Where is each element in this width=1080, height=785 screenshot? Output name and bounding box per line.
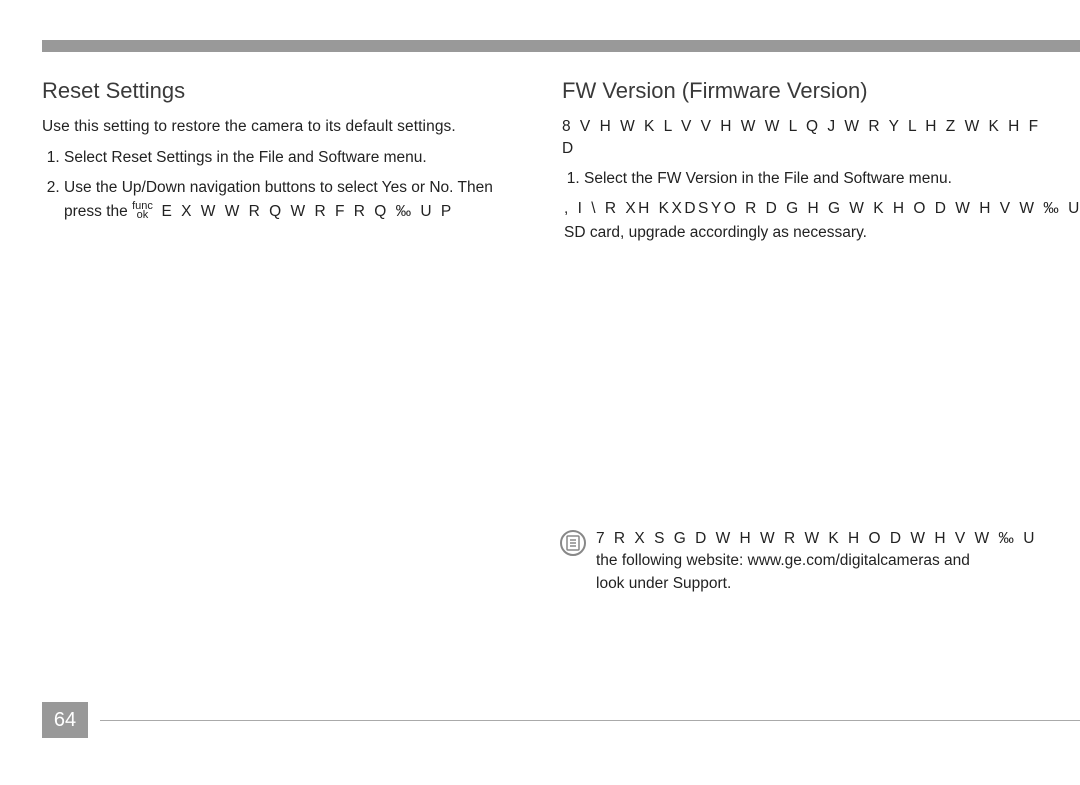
note-line-3: look under Support. — [596, 575, 731, 592]
list-item: Select Reset Settings in the File and So… — [64, 146, 532, 170]
heading-reset-settings: Reset Settings — [42, 78, 532, 104]
reset-steps-list: Select Reset Settings in the File and So… — [42, 146, 532, 224]
note-block: 7 R X S G D W H W R W K H O D W H V W ‰ … — [560, 528, 1080, 595]
manual-page: Reset Settings Use this setting to resto… — [0, 0, 1080, 785]
header-bar — [42, 40, 1080, 52]
garbled-text: 7 R X S G D W H W R W K H O D W H V W ‰ … — [596, 530, 1037, 547]
garbled-text: , I \ R XH KXDSYO R D G H G W K H O D W … — [564, 200, 1080, 217]
list-item: Select the FW Version in the File and So… — [584, 167, 1042, 191]
note-text: 7 R X S G D W H W R W K H O D W H V W ‰ … — [596, 528, 1037, 595]
func-ok-button-label: func ok — [132, 201, 153, 220]
list-item: Use the Up/Down navigation buttons to se… — [64, 176, 532, 224]
page-number: 64 — [42, 702, 88, 738]
fw-post-text: , I \ R XH KXDSYO R D G H G W K H O D W … — [562, 197, 1042, 244]
reset-intro-text: Use this setting to restore the camera t… — [42, 116, 532, 138]
footer-rule — [100, 720, 1080, 721]
note-line-2: the following website: www.ge.com/digita… — [596, 552, 970, 569]
fw-intro-garbled: 8 V H W K L V V H W W L Q J W R Y L H Z … — [562, 116, 1042, 159]
left-column: Reset Settings Use this setting to resto… — [42, 78, 552, 244]
right-column: FW Version (Firmware Version) 8 V H W K … — [552, 78, 1062, 244]
content-columns: Reset Settings Use this setting to resto… — [42, 78, 1080, 244]
heading-fw-version: FW Version (Firmware Version) — [562, 78, 1042, 104]
fw-post-line2: SD card, upgrade accordingly as necessar… — [564, 224, 867, 241]
garbled-text: E X W W R Q W R F R Q ‰ U P — [162, 203, 454, 220]
note-icon — [560, 530, 586, 556]
fw-steps-list: Select the FW Version in the File and So… — [562, 167, 1042, 191]
